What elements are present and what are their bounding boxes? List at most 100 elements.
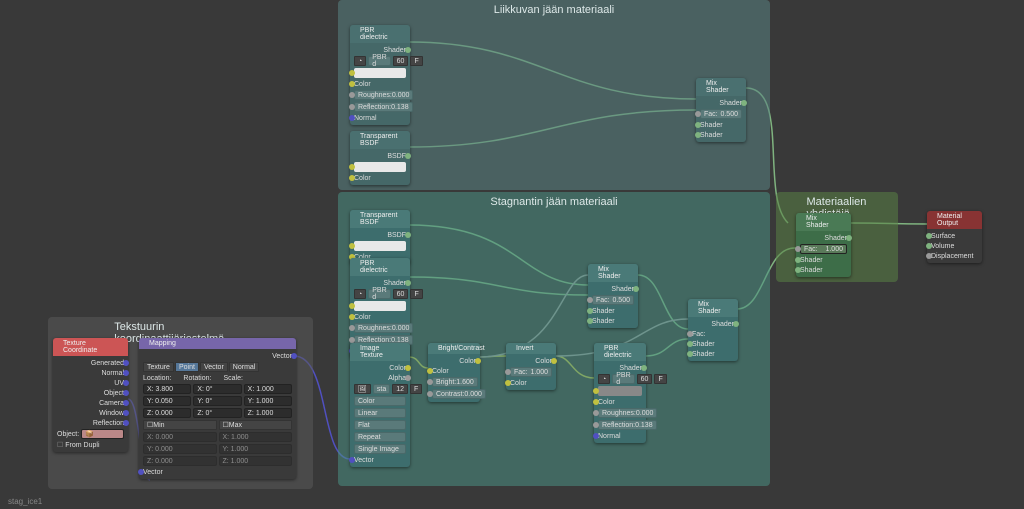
group-btn[interactable]: ◔ [354, 56, 366, 66]
fake-user[interactable]: F [410, 384, 422, 394]
tab-texture[interactable]: Texture [143, 362, 174, 372]
material-name-hint: stag_ice1 [8, 497, 42, 506]
tab-normal[interactable]: Normal [229, 362, 260, 372]
rot-x[interactable]: X: 0° [193, 384, 241, 394]
node-transparent-2[interactable]: Transparent BSDF BSDF Color [350, 210, 410, 264]
node-mix-shader-4[interactable]: Mix Shader Shader Fac:1.000 Shader Shade… [796, 213, 851, 277]
node-texture-coordinate[interactable]: Texture Coordinate Generated Normal UV O… [53, 338, 128, 452]
loc-label: Location: [143, 375, 171, 382]
input-shader: Shader [800, 267, 823, 274]
min-x[interactable]: X: 0.000 [143, 432, 217, 442]
node-title[interactable]: PBR dielectric [350, 258, 410, 276]
input-volume: Volume [931, 243, 954, 250]
from-dupli[interactable]: From Dupli [65, 442, 99, 449]
color-swatch[interactable] [354, 301, 406, 311]
tab-vector[interactable]: Vector [200, 362, 228, 372]
color-swatch[interactable] [354, 241, 406, 251]
node-title[interactable]: Invert [506, 343, 556, 354]
loc-y[interactable]: Y: 0.050 [143, 396, 191, 406]
img-browse[interactable]: 🖼 [354, 384, 371, 394]
node-pbr-3[interactable]: PBR dielectric Shader ◔PBR d60F Color Ro… [594, 343, 646, 443]
loc-x[interactable]: X: 3.800 [143, 384, 191, 394]
node-title[interactable]: Image Texture [350, 343, 410, 361]
max-x[interactable]: X: 1.000 [219, 432, 293, 442]
node-title[interactable]: Transparent BSDF [350, 131, 410, 149]
node-material-output[interactable]: Material Output Surface Volume Displacem… [927, 211, 982, 263]
max-toggle[interactable]: ☐ Max [219, 420, 293, 430]
node-mapping[interactable]: Mapping Vector Texture Point Vector Norm… [139, 338, 296, 479]
object-picker[interactable]: 📦 [81, 429, 124, 439]
scl-y[interactable]: Y: 1.000 [244, 396, 292, 406]
group-btn[interactable]: ◔ [354, 289, 366, 299]
scl-z[interactable]: Z: 1.000 [244, 408, 292, 418]
node-title[interactable]: Mix Shader [688, 299, 738, 317]
node-mix-shader-2[interactable]: Mix Shader Shader Fac:0.500 Shader Shade… [588, 264, 638, 328]
node-title[interactable]: Mapping [139, 338, 296, 349]
node-pbr-1[interactable]: PBR dielectric Shader ◔PBR d60F Color Ro… [350, 25, 410, 125]
node-mix-shader-3[interactable]: Mix Shader Shader Fac: Shader Shader [688, 299, 738, 361]
strength[interactable]: 60 [393, 56, 409, 66]
fac[interactable]: Fac:0.500 [700, 109, 742, 119]
group-name[interactable]: PBR d [368, 56, 390, 66]
roughness[interactable]: Roughnes:0.000 [354, 323, 413, 333]
fake-user[interactable]: F [410, 56, 422, 66]
node-title[interactable]: Texture Coordinate [53, 338, 128, 356]
min-y[interactable]: Y: 0.000 [143, 444, 217, 454]
img-count[interactable]: 12 [392, 384, 408, 394]
node-image-texture[interactable]: Image Texture Color Alpha 🖼sta12F Color … [350, 343, 410, 467]
min-z[interactable]: Z: 0.000 [143, 456, 217, 466]
roughness[interactable]: Roughnes:0.000 [354, 90, 413, 100]
contrast[interactable]: Contrast:0.000 [432, 389, 486, 399]
group-name[interactable]: PBR d [612, 374, 634, 384]
node-bright-contrast[interactable]: Bright/Contrast Color Color Bright:1.600… [428, 343, 480, 402]
node-title[interactable]: PBR dielectric [350, 25, 410, 43]
node-title[interactable]: Mix Shader [588, 264, 638, 282]
input-vector: Vector [354, 457, 374, 464]
strength[interactable]: 60 [637, 374, 653, 384]
min-toggle[interactable]: ☐ Min [143, 420, 217, 430]
interp[interactable]: Linear [354, 408, 406, 418]
fac[interactable]: Fac:1.000 [510, 367, 552, 377]
input-shader: Shader [592, 318, 615, 325]
color-swatch[interactable] [354, 68, 406, 78]
scl-x[interactable]: X: 1.000 [244, 384, 292, 394]
node-title[interactable]: Material Output [927, 211, 982, 229]
loc-z[interactable]: Z: 0.000 [143, 408, 191, 418]
node-title[interactable]: Mix Shader [696, 78, 746, 96]
color-swatch[interactable] [598, 386, 642, 396]
reflection[interactable]: Reflection:0.138 [354, 102, 413, 112]
rot-y[interactable]: Y: 0° [193, 396, 241, 406]
fake-user[interactable]: F [654, 374, 666, 384]
fac[interactable]: Fac:1.000 [800, 244, 847, 254]
node-title[interactable]: Transparent BSDF [350, 210, 410, 228]
proj[interactable]: Flat [354, 420, 406, 430]
roughness[interactable]: Roughnes:0.000 [598, 408, 657, 418]
rot-label: Rotation: [183, 375, 211, 382]
color-label: Color [432, 368, 449, 375]
colorspace[interactable]: Color [354, 396, 406, 406]
node-title[interactable]: Mix Shader [796, 213, 851, 231]
group-name[interactable]: PBR d [368, 289, 390, 299]
input-surface: Surface [931, 233, 955, 240]
reflection[interactable]: Reflection:0.138 [598, 420, 657, 430]
node-title[interactable]: PBR dielectric [594, 343, 646, 361]
strength[interactable]: 60 [393, 289, 409, 299]
node-mix-shader-1[interactable]: Mix Shader Shader Fac:0.500 Shader Shade… [696, 78, 746, 142]
object-label: Object: [57, 431, 79, 438]
color-swatch[interactable] [354, 162, 406, 172]
group-btn[interactable]: ◔ [598, 374, 610, 384]
max-y[interactable]: Y: 1.000 [219, 444, 293, 454]
ext[interactable]: Repeat [354, 432, 406, 442]
node-title[interactable]: Bright/Contrast [428, 343, 480, 354]
max-z[interactable]: Z: 1.000 [219, 456, 293, 466]
tab-point[interactable]: Point [175, 362, 199, 372]
fake-user[interactable]: F [410, 289, 422, 299]
rot-z[interactable]: Z: 0° [193, 408, 241, 418]
frame-label: Liikkuvan jään materiaali [494, 4, 614, 16]
fac[interactable]: Fac:0.500 [592, 295, 634, 305]
node-invert[interactable]: Invert Color Fac:1.000 Color [506, 343, 556, 390]
source[interactable]: Single Image [354, 444, 406, 454]
bright[interactable]: Bright:1.600 [432, 377, 478, 387]
img-name[interactable]: sta [373, 384, 390, 394]
node-transparent-1[interactable]: Transparent BSDF BSDF Color [350, 131, 410, 185]
